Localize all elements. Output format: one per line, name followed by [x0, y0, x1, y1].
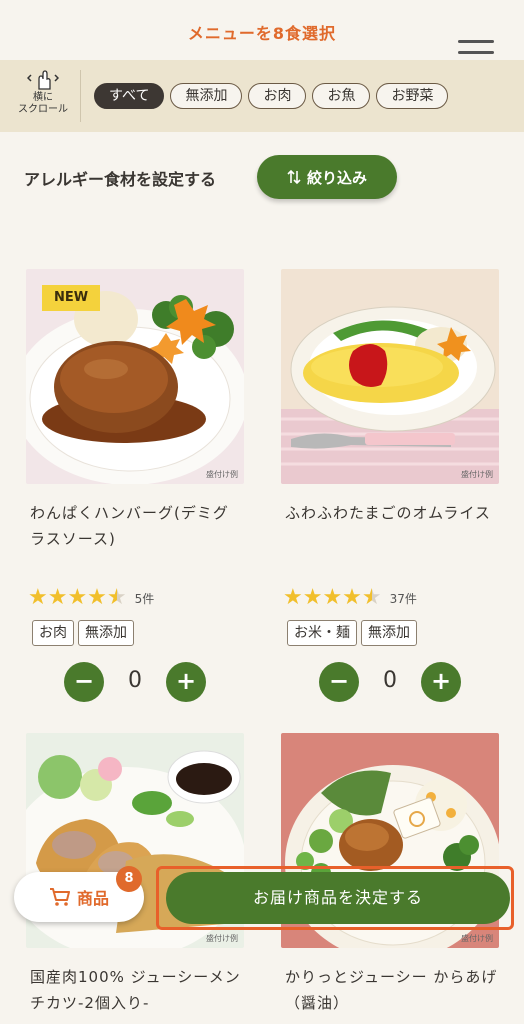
category-chips: すべて 無添加 お肉 お魚 お野菜 [94, 83, 454, 109]
product-tags: お肉 無添加 [26, 620, 244, 648]
tag: お肉 [32, 620, 74, 646]
product-tags: お米・麺 無添加 [281, 620, 499, 648]
sort-arrows-icon [287, 169, 301, 185]
rating-count: 37件 [389, 591, 417, 606]
swipe-hand-icon [27, 70, 59, 90]
serving-example-note: 盛付け例 [461, 934, 493, 943]
rating: ★★★★★ 5件 [26, 586, 244, 610]
rating: ★★★★★ 37件 [281, 586, 499, 610]
serving-example-note: 盛付け例 [461, 470, 493, 479]
decrease-button[interactable]: − [64, 662, 104, 702]
category-chip-all[interactable]: すべて [94, 83, 165, 109]
increase-button[interactable]: + [421, 662, 461, 702]
divider [80, 70, 81, 122]
product-card[interactable]: NEW 盛付け例 わんぱくハンバーグ(デミグラスソース) ★★★★★ 5件 お肉… [26, 269, 244, 702]
confirm-delivery-button[interactable]: お届け商品を決定する [166, 872, 510, 924]
header: メニューを8食選択 [0, 0, 524, 65]
quantity-value: 0 [128, 668, 142, 693]
allergy-label: アレルギー食材を設定する [24, 170, 217, 189]
filter-button[interactable]: 絞り込み [257, 155, 397, 199]
cart-label: 商品 [76, 889, 109, 908]
tag: 無添加 [78, 620, 134, 646]
quantity-stepper: − 0 + [26, 662, 244, 702]
rating-stars: ★★★★★ [283, 585, 382, 610]
category-chip-vegetable[interactable]: お野菜 [376, 83, 449, 109]
tag: 無添加 [361, 620, 417, 646]
increase-button[interactable]: + [166, 662, 206, 702]
quantity-value: 0 [383, 668, 397, 693]
serving-example-note: 盛付け例 [206, 470, 238, 479]
product-card[interactable]: 盛付け例 ふわふわたまごのオムライス ★★★★★ 37件 お米・麺 無添加 − 0… [281, 269, 499, 702]
rating-count: 5件 [134, 591, 155, 606]
category-bar: 横に スクロール すべて 無添加 お肉 お魚 お野菜 [0, 60, 524, 132]
product-photo-hamburg[interactable]: NEW 盛付け例 [26, 269, 244, 484]
scroll-hint: 横に スクロール [8, 70, 78, 116]
tag: お米・麺 [287, 620, 357, 646]
cart-count-badge: 8 [116, 866, 142, 892]
product-name[interactable]: 国産肉100% ジューシーメンチカツ-2個入り- [26, 964, 244, 1024]
cart-icon [49, 888, 70, 906]
allergy-filter-row: アレルギー食材を設定する 絞り込み [24, 155, 504, 199]
new-badge: NEW [42, 285, 100, 311]
product-photo-omurice[interactable]: 盛付け例 [281, 269, 499, 484]
rating-stars: ★★★★★ [28, 585, 127, 610]
product-name[interactable]: わんぱくハンバーグ(デミグラスソース) [26, 500, 244, 570]
serving-example-note: 盛付け例 [206, 934, 238, 943]
category-chip-fish[interactable]: お魚 [312, 83, 371, 109]
filter-button-label: 絞り込み [306, 168, 367, 187]
scroll-hint-line1: 横に [33, 92, 53, 103]
product-name[interactable]: ふわふわたまごのオムライス [281, 500, 499, 570]
decrease-button[interactable]: − [319, 662, 359, 702]
quantity-stepper: − 0 + [281, 662, 499, 702]
page-title: メニューを8食選択 [187, 24, 337, 43]
product-name[interactable]: かりっとジューシー からあげ（醤油） [281, 964, 499, 1024]
scroll-hint-line2: スクロール [18, 104, 68, 115]
category-chip-meat[interactable]: お肉 [248, 83, 307, 109]
category-chip-additive-free[interactable]: 無添加 [170, 83, 243, 109]
